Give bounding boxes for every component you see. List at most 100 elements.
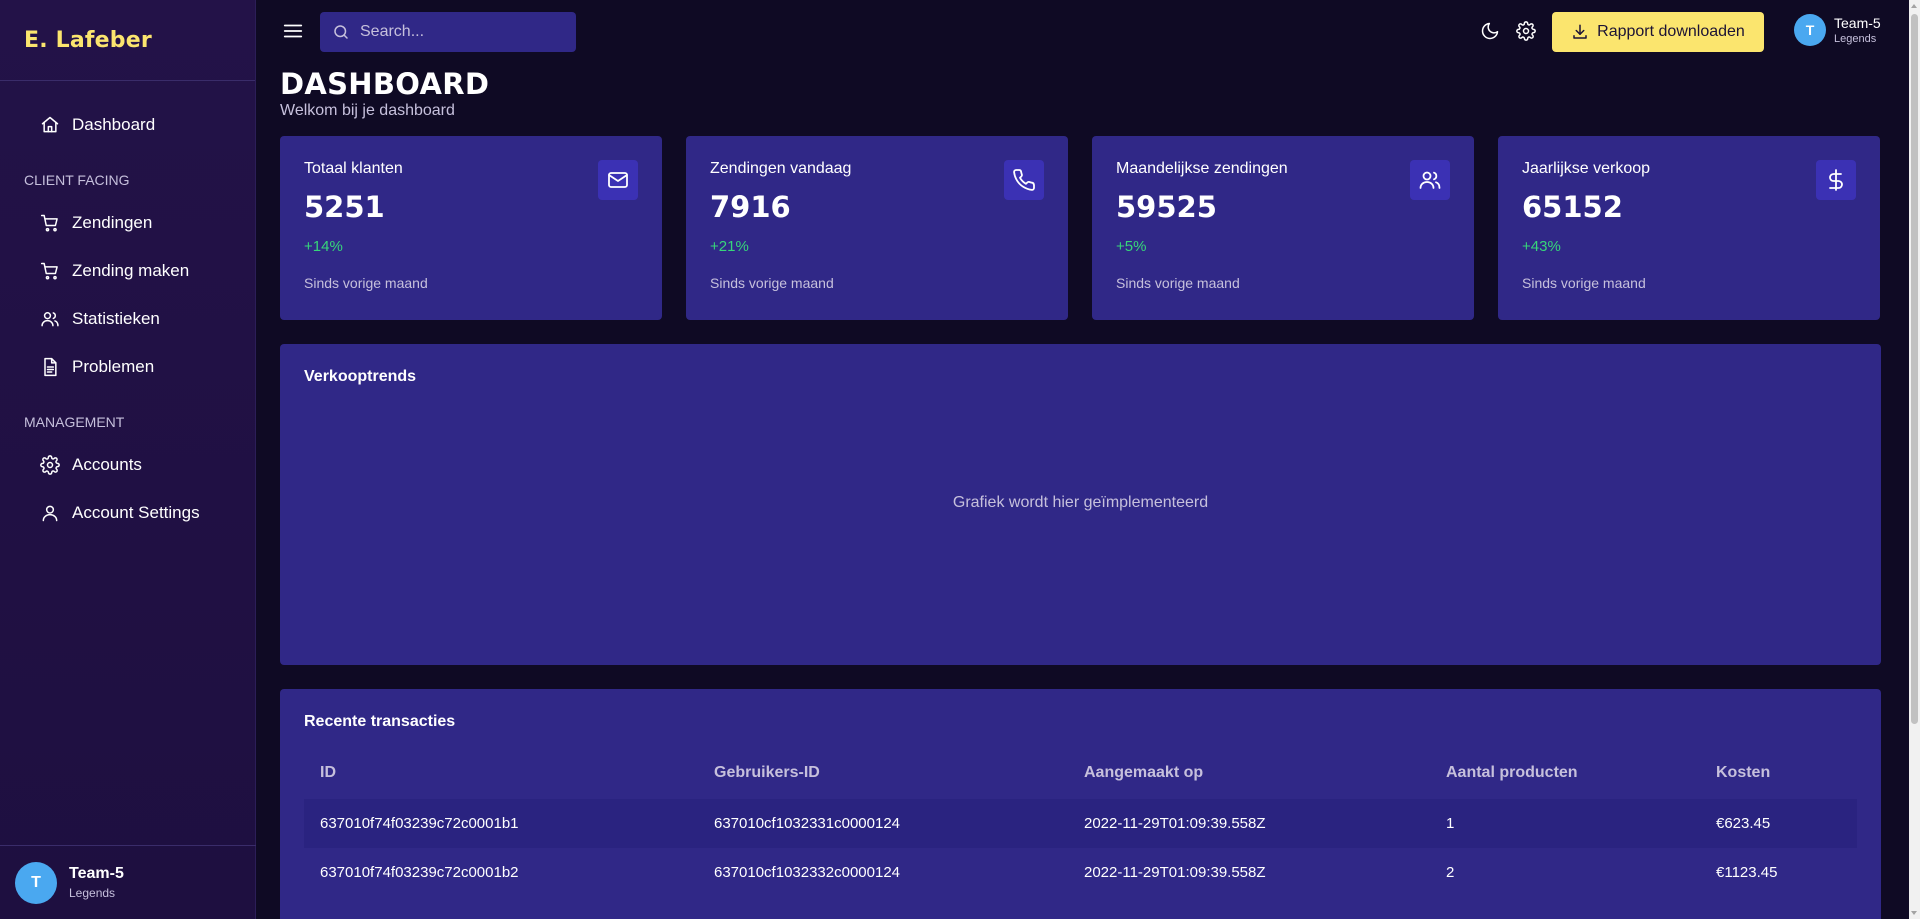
stat-footnote: Sinds vorige maand bbox=[1116, 275, 1240, 291]
cell-product-count: 1 bbox=[1446, 815, 1455, 832]
sidebar-item-label: Statistieken bbox=[72, 309, 160, 328]
download-report-label: Rapport downloaden bbox=[1597, 23, 1745, 40]
scroll-up-arrow[interactable] bbox=[1911, 4, 1917, 8]
stat-card-shipments-today: Zendingen vandaag 7916 +21% Sinds vorige… bbox=[686, 136, 1068, 320]
sidebar-item-zending-maken[interactable]: Zending maken bbox=[0, 247, 255, 295]
sidebar-item-label: Dashboard bbox=[72, 115, 156, 134]
chart-placeholder: Grafiek wordt hier geïmplementeerd bbox=[952, 494, 1209, 511]
cart-icon bbox=[40, 213, 60, 233]
stat-title: Maandelijkse zendingen bbox=[1116, 160, 1288, 177]
column-header[interactable]: Gebruikers-ID bbox=[698, 747, 1068, 799]
user-icon bbox=[40, 503, 60, 523]
table-header-row: ID Gebruikers-ID Aangemaakt op Aantal pr… bbox=[304, 747, 1857, 799]
hamburger-icon bbox=[283, 24, 303, 38]
user-role: Legends bbox=[69, 886, 116, 900]
sidebar: E. Lafeber Dashboard CLIENT FACING Zendi… bbox=[0, 0, 256, 919]
stat-value: 65152 bbox=[1522, 190, 1623, 224]
document-icon bbox=[40, 357, 60, 377]
stat-value: 59525 bbox=[1116, 190, 1217, 224]
stat-value: 7916 bbox=[710, 190, 791, 224]
stat-footnote: Sinds vorige maand bbox=[710, 275, 834, 291]
users-icon bbox=[40, 309, 60, 329]
sidebar-item-account-settings[interactable]: Account Settings bbox=[0, 489, 255, 537]
scroll-thumb[interactable] bbox=[1911, 14, 1918, 724]
cart-icon bbox=[40, 261, 60, 281]
column-header[interactable]: Aangemaakt op bbox=[1068, 747, 1430, 799]
recent-transactions-panel: Recente transacties ID Gebruikers-ID Aan… bbox=[280, 689, 1881, 919]
sidebar-user-profile[interactable]: T Team-5 Legends bbox=[0, 845, 256, 919]
cell-id: 637010f74f03239c72c0001b1 bbox=[320, 815, 519, 832]
stat-title: Zendingen vandaag bbox=[710, 160, 852, 177]
stat-footnote: Sinds vorige maand bbox=[304, 275, 428, 291]
sidebar-item-label: Zending maken bbox=[72, 261, 190, 280]
sidebar-item-problemen[interactable]: Problemen bbox=[0, 343, 255, 391]
brand-logo[interactable]: E. Lafeber bbox=[0, 0, 255, 81]
cell-user-id: 637010cf1032332c0000124 bbox=[714, 864, 901, 881]
stat-change: +43% bbox=[1522, 238, 1561, 255]
column-header[interactable]: Kosten bbox=[1700, 747, 1857, 799]
stat-card-monthly-shipments: Maandelijkse zendingen 59525 +5% Sinds v… bbox=[1092, 136, 1474, 320]
stat-change: +14% bbox=[304, 238, 343, 255]
stat-card-yearly-sales: Jaarlijkse verkoop 65152 +43% Sinds vori… bbox=[1498, 136, 1880, 320]
user-name: Team-5 bbox=[1834, 15, 1881, 31]
stat-title: Totaal klanten bbox=[304, 160, 403, 177]
mail-icon bbox=[598, 160, 638, 200]
user-role: Legends bbox=[1834, 33, 1877, 45]
dollar-icon bbox=[1816, 160, 1856, 200]
home-icon bbox=[40, 115, 60, 135]
sidebar-item-label: Zendingen bbox=[72, 213, 153, 232]
table-row[interactable]: 637010f74f03239c72c0001b1 637010cf103233… bbox=[304, 799, 1857, 848]
moon-icon bbox=[1481, 22, 1499, 40]
menu-toggle-button[interactable] bbox=[282, 20, 304, 42]
page-title: DASHBOARD bbox=[280, 67, 490, 101]
sidebar-item-zendingen[interactable]: Zendingen bbox=[0, 199, 255, 247]
scroll-down-arrow[interactable] bbox=[1911, 911, 1917, 915]
user-meta: Team-5 Legends bbox=[69, 865, 124, 900]
transactions-table: ID Gebruikers-ID Aangemaakt op Aantal pr… bbox=[304, 747, 1857, 897]
search-input[interactable] bbox=[360, 23, 560, 41]
user-name: Team-5 bbox=[69, 865, 124, 882]
sales-trends-panel: Verkooptrends Grafiek wordt hier geïmple… bbox=[280, 344, 1881, 665]
dark-mode-toggle[interactable] bbox=[1480, 21, 1500, 41]
user-meta: Team-5 Legends bbox=[1834, 15, 1881, 45]
avatar: T bbox=[15, 861, 57, 904]
sidebar-item-statistieken[interactable]: Statistieken bbox=[0, 295, 255, 343]
search-icon bbox=[334, 25, 348, 39]
avatar: T bbox=[1794, 14, 1826, 46]
topbar-user-profile[interactable]: T Team-5 Legends bbox=[1794, 14, 1881, 46]
sidebar-item-dashboard[interactable]: Dashboard bbox=[0, 101, 255, 149]
page-scrollbar[interactable] bbox=[1909, 0, 1920, 919]
stat-change: +5% bbox=[1116, 238, 1147, 255]
panel-title: Recente transacties bbox=[304, 713, 456, 730]
stat-footnote: Sinds vorige maand bbox=[1522, 275, 1646, 291]
column-header[interactable]: Aantal producten bbox=[1430, 747, 1700, 799]
sidebar-item-accounts[interactable]: Accounts bbox=[0, 441, 255, 489]
main-content: DASHBOARD Welkom bij je dashboard Totaal… bbox=[280, 64, 1881, 919]
cell-created-at: 2022-11-29T01:09:39.558Z bbox=[1084, 815, 1266, 832]
topbar: Rapport downloaden T Team-5 Legends bbox=[256, 0, 1909, 64]
download-report-button[interactable]: Rapport downloaden bbox=[1552, 12, 1764, 52]
sidebar-section-client-facing: CLIENT FACING bbox=[24, 172, 130, 188]
cell-created-at: 2022-11-29T01:09:39.558Z bbox=[1084, 864, 1266, 881]
download-icon bbox=[1573, 24, 1587, 39]
stat-title: Jaarlijkse verkoop bbox=[1522, 160, 1651, 177]
stat-value: 5251 bbox=[304, 190, 385, 224]
column-header[interactable]: ID bbox=[304, 747, 698, 799]
phone-icon bbox=[1004, 160, 1044, 200]
sidebar-item-label: Problemen bbox=[72, 357, 155, 376]
panel-title: Verkooptrends bbox=[304, 368, 417, 385]
cell-user-id: 637010cf1032331c0000124 bbox=[714, 815, 901, 832]
table-row[interactable]: 637010f74f03239c72c0001b2 637010cf103233… bbox=[304, 848, 1857, 897]
settings-button[interactable] bbox=[1516, 21, 1536, 41]
stat-card-total-customers: Totaal klanten 5251 +14% Sinds vorige ma… bbox=[280, 136, 662, 320]
gear-icon bbox=[1516, 21, 1536, 41]
sidebar-item-label: Accounts bbox=[72, 455, 142, 474]
stat-change: +21% bbox=[710, 238, 749, 255]
sidebar-nav: Dashboard CLIENT FACING Zendingen Zendin… bbox=[0, 81, 255, 537]
cell-id: 637010f74f03239c72c0001b2 bbox=[320, 864, 519, 881]
cell-cost: €623.45 bbox=[1716, 815, 1771, 832]
cell-product-count: 2 bbox=[1446, 864, 1455, 881]
cell-cost: €1123.45 bbox=[1716, 864, 1778, 881]
sidebar-item-label: Account Settings bbox=[72, 503, 200, 522]
search-box[interactable] bbox=[320, 12, 576, 52]
